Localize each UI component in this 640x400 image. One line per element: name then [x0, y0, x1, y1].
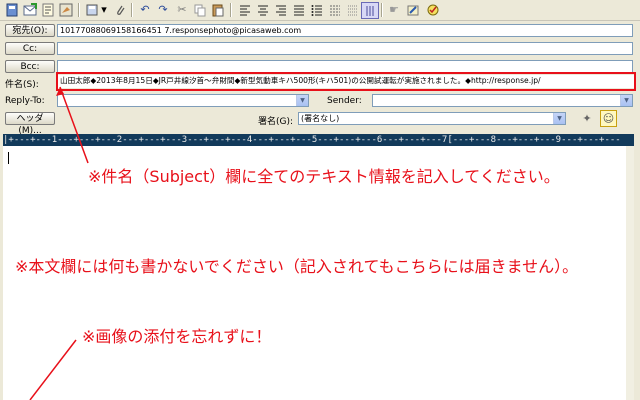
- attach-note: ※画像の添付を忘れずに！: [82, 327, 272, 346]
- subject-arrow: [59, 86, 89, 164]
- subject-note: ※件名（Subject）欄に全てのテキスト情報を記入してください。: [88, 167, 560, 186]
- attach-arrow: [29, 339, 77, 400]
- body-note: ※本文欄には何も書かないでください（記入されてもこちらには届きません）。: [15, 257, 579, 276]
